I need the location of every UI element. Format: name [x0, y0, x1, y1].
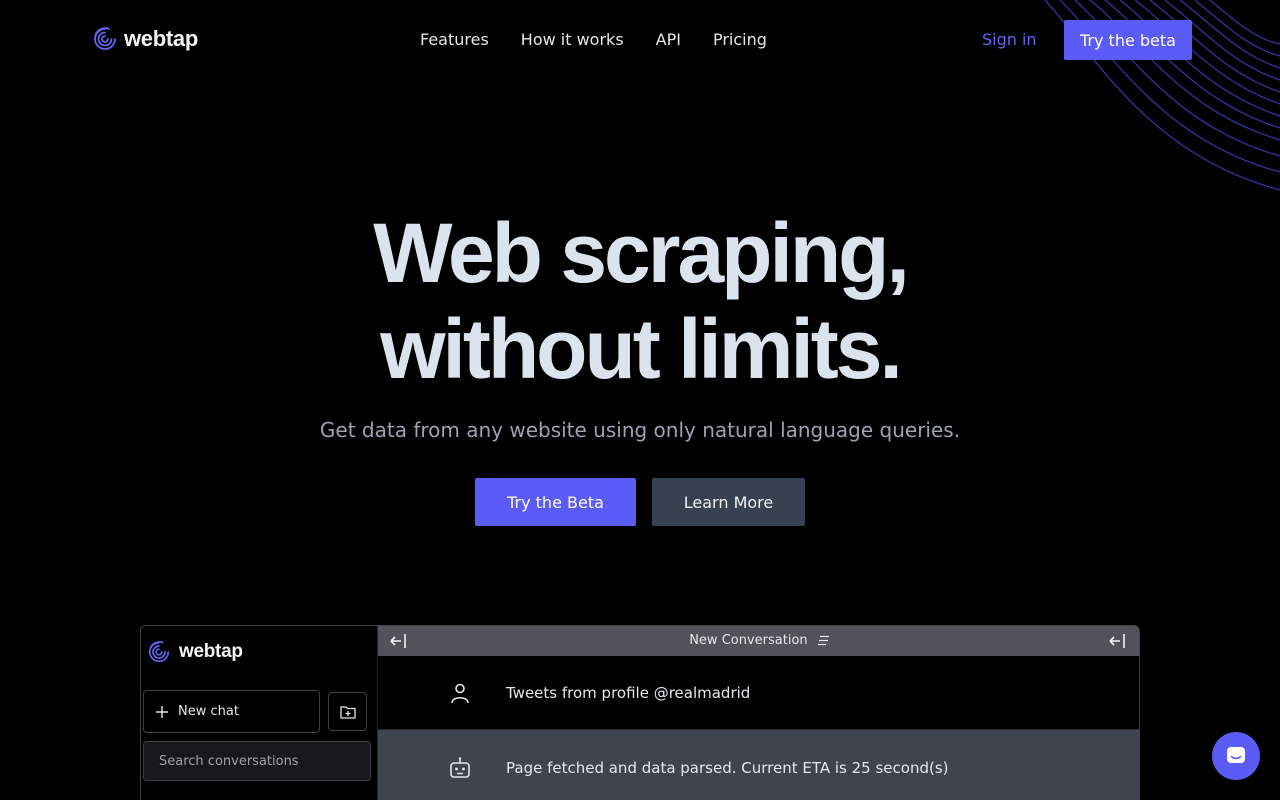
nav-links: Features How it works API Pricing: [420, 30, 767, 49]
hero-subtitle: Get data from any website using only nat…: [319, 418, 961, 442]
conversation-title: New Conversation: [378, 633, 1139, 648]
new-folder-button[interactable]: [328, 692, 367, 731]
hero-title: Web scraping, without limits.: [0, 205, 1280, 397]
collapse-panel-icon[interactable]: [1107, 631, 1129, 651]
folder-plus-icon: [339, 705, 356, 719]
learn-more-button[interactable]: Learn More: [652, 478, 805, 526]
menu-lines-icon[interactable]: [817, 635, 830, 646]
spiral-logo-icon: [94, 27, 116, 50]
new-chat-button[interactable]: New chat: [143, 690, 320, 733]
nav-link-features[interactable]: Features: [420, 30, 489, 49]
search-placeholder: Search conversations: [159, 753, 299, 769]
brand-logo[interactable]: webtap: [92, 26, 198, 52]
user-icon: [451, 683, 469, 703]
try-beta-button[interactable]: Try the Beta: [475, 478, 636, 526]
message-user-text: Tweets from profile @realmadrid: [506, 683, 751, 702]
try-beta-nav-button[interactable]: Try the beta: [1064, 20, 1192, 60]
bot-icon: [450, 757, 470, 778]
hero-title-line-1: Web scraping,: [373, 206, 910, 300]
message-user: Tweets from profile @realmadrid: [378, 656, 1139, 730]
app-preview: webtap New chat Search conversations New…: [140, 625, 1140, 800]
brand-name: webtap: [124, 26, 198, 51]
preview-sidebar: webtap New chat Search conversations: [141, 626, 378, 800]
search-conversations-input[interactable]: Search conversations: [143, 741, 371, 781]
spiral-logo-icon: [148, 641, 170, 663]
nav-link-how-it-works[interactable]: How it works: [521, 30, 624, 49]
nav-link-api[interactable]: API: [656, 30, 681, 49]
preview-brand-name: webtap: [179, 641, 243, 662]
nav-link-pricing[interactable]: Pricing: [713, 30, 767, 49]
chat-topbar: New Conversation: [378, 626, 1139, 656]
preview-brand-logo: webtap: [147, 640, 243, 664]
chat-panel: New Conversation Tweets from profile @re…: [378, 626, 1139, 800]
conversation-title-text: New Conversation: [689, 633, 808, 648]
help-chat-button[interactable]: [1212, 732, 1260, 780]
message-bot: Page fetched and data parsed. Current ET…: [378, 730, 1139, 800]
new-chat-label: New chat: [178, 704, 239, 719]
hero-title-line-2: without limits.: [380, 302, 903, 396]
chat-bubble-icon: [1227, 747, 1245, 763]
top-nav: webtap Features How it works API Pricing…: [0, 0, 1280, 80]
message-bot-text: Page fetched and data parsed. Current ET…: [506, 759, 949, 777]
sign-in-link[interactable]: Sign in: [982, 30, 1037, 49]
plus-icon: [156, 705, 168, 718]
